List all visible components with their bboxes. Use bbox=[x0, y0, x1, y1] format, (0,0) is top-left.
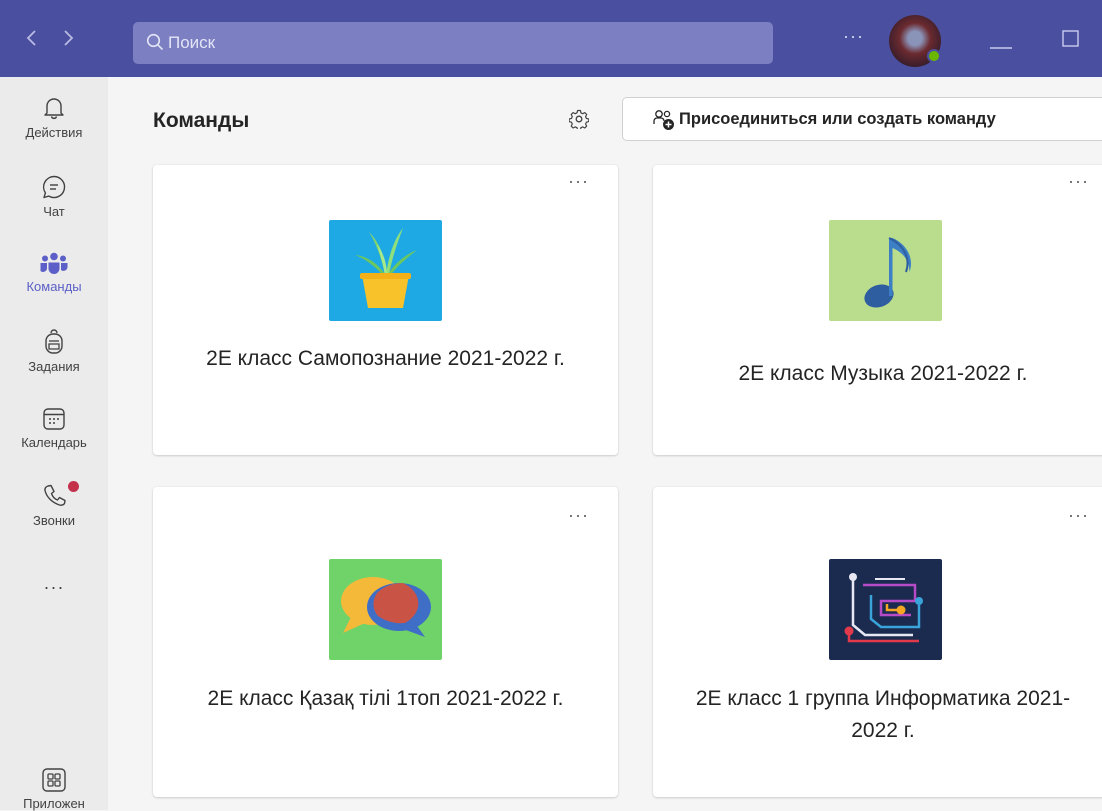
status-badge bbox=[927, 49, 941, 63]
notification-badge bbox=[68, 481, 79, 492]
teams-icon bbox=[40, 252, 68, 274]
back-arrow-icon[interactable] bbox=[22, 28, 42, 48]
calendar-icon bbox=[43, 408, 65, 430]
rail-label: Задания bbox=[28, 359, 80, 374]
rail-item-apps[interactable]: Приложен bbox=[0, 768, 108, 811]
minimize-icon[interactable] bbox=[990, 37, 1012, 55]
apps-icon bbox=[42, 768, 66, 792]
team-tile-speech-bubbles-icon bbox=[329, 559, 442, 660]
bell-icon bbox=[44, 98, 64, 120]
join-button-label: Присоединиться или создать команду bbox=[679, 110, 996, 128]
rail-item-calendar[interactable]: Календарь bbox=[0, 407, 108, 450]
team-tile-circuit-icon bbox=[829, 559, 942, 660]
rail-item-chat[interactable]: Чат bbox=[0, 174, 108, 219]
main-content: Команды Присоединиться или создать коман… bbox=[108, 77, 1102, 810]
rail-more-apps[interactable]: ··· bbox=[0, 577, 108, 598]
rail-label: Действия bbox=[25, 125, 83, 140]
search-icon bbox=[146, 33, 164, 51]
rail-label: Календарь bbox=[21, 435, 87, 450]
title-bar: Поиск ··· bbox=[0, 0, 1102, 77]
rail-item-assignments[interactable]: Задания bbox=[0, 329, 108, 374]
settings-gear-icon[interactable] bbox=[568, 109, 590, 134]
more-options-icon[interactable]: ··· bbox=[568, 505, 589, 526]
rail-item-calls[interactable]: Звонки bbox=[0, 481, 108, 528]
phone-icon bbox=[44, 484, 66, 506]
chat-icon bbox=[42, 175, 66, 199]
team-tile-music-note-icon bbox=[829, 220, 942, 321]
rail-item-teams[interactable]: Команды bbox=[0, 251, 108, 294]
more-options-icon[interactable]: ··· bbox=[843, 26, 864, 47]
more-options-icon[interactable]: ··· bbox=[568, 171, 589, 192]
search-input[interactable]: Поиск bbox=[133, 22, 773, 64]
team-card-2[interactable]: ··· 2E класс Музыка 2021-2022 г. bbox=[653, 165, 1102, 455]
team-card-4[interactable]: ··· 2E класс 1 группа Информатика 2021-2… bbox=[653, 487, 1102, 797]
rail-label: Чат bbox=[43, 204, 65, 219]
people-add-icon bbox=[653, 110, 674, 130]
team-name: 2E класс Қазақ тілі 1топ 2021-2022 г. bbox=[207, 687, 564, 710]
rail-item-activity[interactable]: Действия bbox=[0, 95, 108, 140]
app-rail: Действия Чат Команды Задания Календарь З… bbox=[0, 77, 108, 811]
rail-label: Приложен bbox=[23, 796, 85, 811]
avatar[interactable] bbox=[889, 15, 941, 67]
more-options-icon[interactable]: ··· bbox=[1068, 505, 1089, 526]
rail-label: Звонки bbox=[33, 513, 75, 528]
page-title: Команды bbox=[153, 109, 250, 132]
rail-label: Команды bbox=[26, 279, 82, 294]
team-card-1[interactable]: ··· 2E класс Самопознание 2021-2022 г. bbox=[153, 165, 618, 455]
team-name: 2E класс Самопознание 2021-2022 г. bbox=[206, 347, 565, 370]
team-name: 2E класс Музыка 2021-2022 г. bbox=[738, 362, 1028, 385]
join-or-create-team-button[interactable]: Присоединиться или создать команду bbox=[622, 97, 1102, 141]
more-options-icon[interactable]: ··· bbox=[1068, 171, 1089, 192]
maximize-icon[interactable] bbox=[1062, 30, 1080, 53]
team-name: 2E класс 1 группа Информатика 2021-2022 … bbox=[695, 687, 1071, 742]
team-card-3[interactable]: ··· 2E класс Қазақ тілі 1топ 2021-2022 г… bbox=[153, 487, 618, 797]
backpack-icon bbox=[45, 329, 63, 354]
team-tile-plant-icon bbox=[329, 220, 442, 321]
search-placeholder: Поиск bbox=[168, 33, 216, 52]
forward-arrow-icon[interactable] bbox=[58, 28, 78, 48]
